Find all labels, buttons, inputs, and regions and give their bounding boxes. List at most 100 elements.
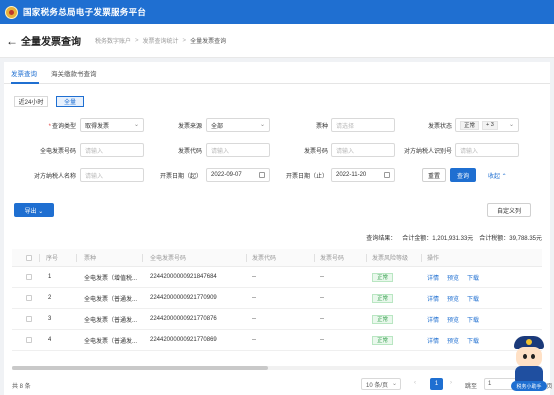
breadcrumb-separator-icon: >: [182, 37, 187, 44]
preview-link[interactable]: 预览: [447, 315, 459, 324]
row-index: 2: [48, 295, 52, 301]
page-size-select[interactable]: 10 条/页 ⌄: [361, 378, 401, 390]
breadcrumb: 税务数字账户 > 发票查询统计 > 全量发票查询: [95, 36, 227, 46]
row-checkbox[interactable]: [26, 267, 32, 287]
mascot-eye: [523, 354, 527, 359]
breadcrumb-item-account[interactable]: 税务数字账户: [95, 36, 131, 45]
arrow-left-icon[interactable]: ←: [6, 34, 18, 48]
page-title: 全量发票查询: [21, 37, 81, 48]
row-kind: 全电发票（增值税...: [84, 275, 138, 282]
col-header-full-no: 全电发票号码: [150, 256, 187, 262]
select-all-checkbox[interactable]: [26, 249, 32, 266]
breadcrumb-item-current: 全量发票查询: [190, 39, 227, 45]
row-full-no: 22442000000921770876: [150, 316, 217, 322]
status-badge: 正常: [372, 293, 394, 303]
row-index: 3: [48, 316, 52, 322]
date-to-picker[interactable]: 2022-11-20: [331, 168, 395, 182]
detail-link[interactable]: 详情: [427, 273, 439, 282]
horizontal-scrollbar[interactable]: [12, 366, 542, 370]
custom-columns-button[interactable]: 自定义列: [487, 203, 531, 217]
tab-underline: [11, 82, 39, 84]
column-divider: [314, 254, 315, 262]
number-label: 发票号码: [303, 149, 328, 155]
status-multiselect[interactable]: 正常 + 3 ⌄: [455, 118, 519, 132]
export-button[interactable]: 导出 ⌄: [14, 203, 54, 217]
source-label: 发票来源: [177, 124, 202, 130]
row-kind: 全电发票（普通发...: [84, 338, 138, 345]
range-all-option[interactable]: 全量: [56, 96, 84, 107]
tab-customs-query[interactable]: 海关缴款书查询: [51, 68, 97, 78]
status-tag[interactable]: 正常: [460, 120, 480, 130]
summary-title: 查询结果：: [366, 236, 397, 242]
row-full-no: 22442000000921770909: [150, 295, 217, 301]
download-link[interactable]: 下载: [467, 294, 479, 303]
row-risk: 正常: [372, 309, 394, 329]
row-number: --: [320, 274, 324, 280]
query-type-select[interactable]: 取得发票 ⌄: [80, 118, 144, 132]
detail-link[interactable]: 详情: [427, 294, 439, 303]
table-header: 序号 票种 全电发票号码 发票代码 发票号码 发票风险等级 操作: [12, 249, 542, 267]
chevron-down-icon: ⌄: [259, 122, 265, 128]
next-page-icon[interactable]: ›: [450, 380, 452, 386]
tax-id-input[interactable]: 请输入: [455, 143, 519, 157]
summary-tax: 合计税额：39,788.35元: [479, 236, 542, 242]
search-button[interactable]: 查询: [450, 168, 476, 182]
column-divider: [39, 254, 40, 262]
detail-link[interactable]: 详情: [427, 315, 439, 324]
full-no-input[interactable]: 请输入: [80, 143, 144, 157]
row-code: --: [252, 316, 256, 322]
row-checkbox[interactable]: [26, 330, 32, 350]
source-select[interactable]: 全部 ⌄: [206, 118, 270, 132]
collapse-link[interactable]: 收起 ⌃: [488, 171, 507, 180]
row-number: --: [320, 295, 324, 301]
preview-link[interactable]: 预览: [447, 294, 459, 303]
main-panel: 发票查询 海关缴款书查询 近24小时 全量 *查询类型 取得发票 ⌄ 发票来源 全…: [4, 62, 552, 395]
chevron-down-icon: ⌄: [508, 122, 514, 128]
chevron-down-icon: ⌄: [133, 122, 139, 128]
col-header-code: 发票代码: [252, 256, 277, 262]
tab-invoice-query[interactable]: 发票查询: [11, 68, 37, 78]
prev-page-icon[interactable]: ‹: [414, 380, 416, 386]
col-header-risk: 发票风险等级: [372, 256, 409, 262]
table-row: 4 全电发票（普通发... 22442000000921770869 -- --…: [12, 330, 542, 351]
preview-link[interactable]: 预览: [447, 336, 459, 345]
row-risk: 正常: [372, 267, 394, 287]
status-badge: 正常: [372, 272, 394, 282]
kind-select[interactable]: 请选择: [331, 118, 395, 132]
column-divider: [366, 254, 367, 262]
row-code: --: [252, 295, 256, 301]
download-link[interactable]: 下载: [467, 336, 479, 345]
range-24h-option[interactable]: 近24小时: [14, 96, 48, 107]
scrollbar-thumb[interactable]: [12, 366, 268, 370]
summary-amount: 合计金额：1,201,931.33元: [402, 236, 474, 242]
top-bar: 国家税务总局电子发票服务平台: [0, 0, 554, 24]
col-header-kind: 票种: [84, 256, 97, 262]
row-actions: 详情 预览 下载: [427, 330, 487, 350]
row-checkbox[interactable]: [26, 309, 32, 329]
table-row: 2 全电发票（普通发... 22442000000921770909 -- --…: [12, 288, 542, 309]
calendar-icon: [259, 172, 265, 178]
row-full-no: 22442000000921847684: [150, 274, 217, 280]
assistant-mascot-icon[interactable]: 税务小助手: [508, 336, 550, 392]
status-more-tag: + 3: [482, 120, 498, 130]
row-kind: 全电发票（普通发...: [84, 317, 138, 324]
download-link[interactable]: 下载: [467, 315, 479, 324]
date-to-label: 开票日期（止）: [285, 174, 328, 180]
query-type-label: *查询类型: [48, 124, 76, 130]
reset-button[interactable]: 重置: [422, 168, 446, 182]
col-header-number: 发票号码: [320, 256, 345, 262]
party-name-input[interactable]: 请输入: [80, 168, 144, 182]
date-from-picker[interactable]: 2022-09-07: [206, 168, 270, 182]
breadcrumb-item-statistics[interactable]: 发票查询统计: [143, 36, 179, 45]
row-actions: 详情 预览 下载: [427, 288, 487, 308]
pagination-total: 共 8 条: [12, 384, 31, 390]
row-actions: 详情 预览 下载: [427, 267, 487, 287]
mascot-label: 税务小助手: [511, 381, 547, 391]
row-checkbox[interactable]: [26, 288, 32, 308]
number-input[interactable]: 请输入: [331, 143, 395, 157]
download-link[interactable]: 下载: [467, 273, 479, 282]
page-number-current[interactable]: 1: [430, 378, 443, 390]
code-input[interactable]: 请输入: [206, 143, 270, 157]
detail-link[interactable]: 详情: [427, 336, 439, 345]
preview-link[interactable]: 预览: [447, 273, 459, 282]
